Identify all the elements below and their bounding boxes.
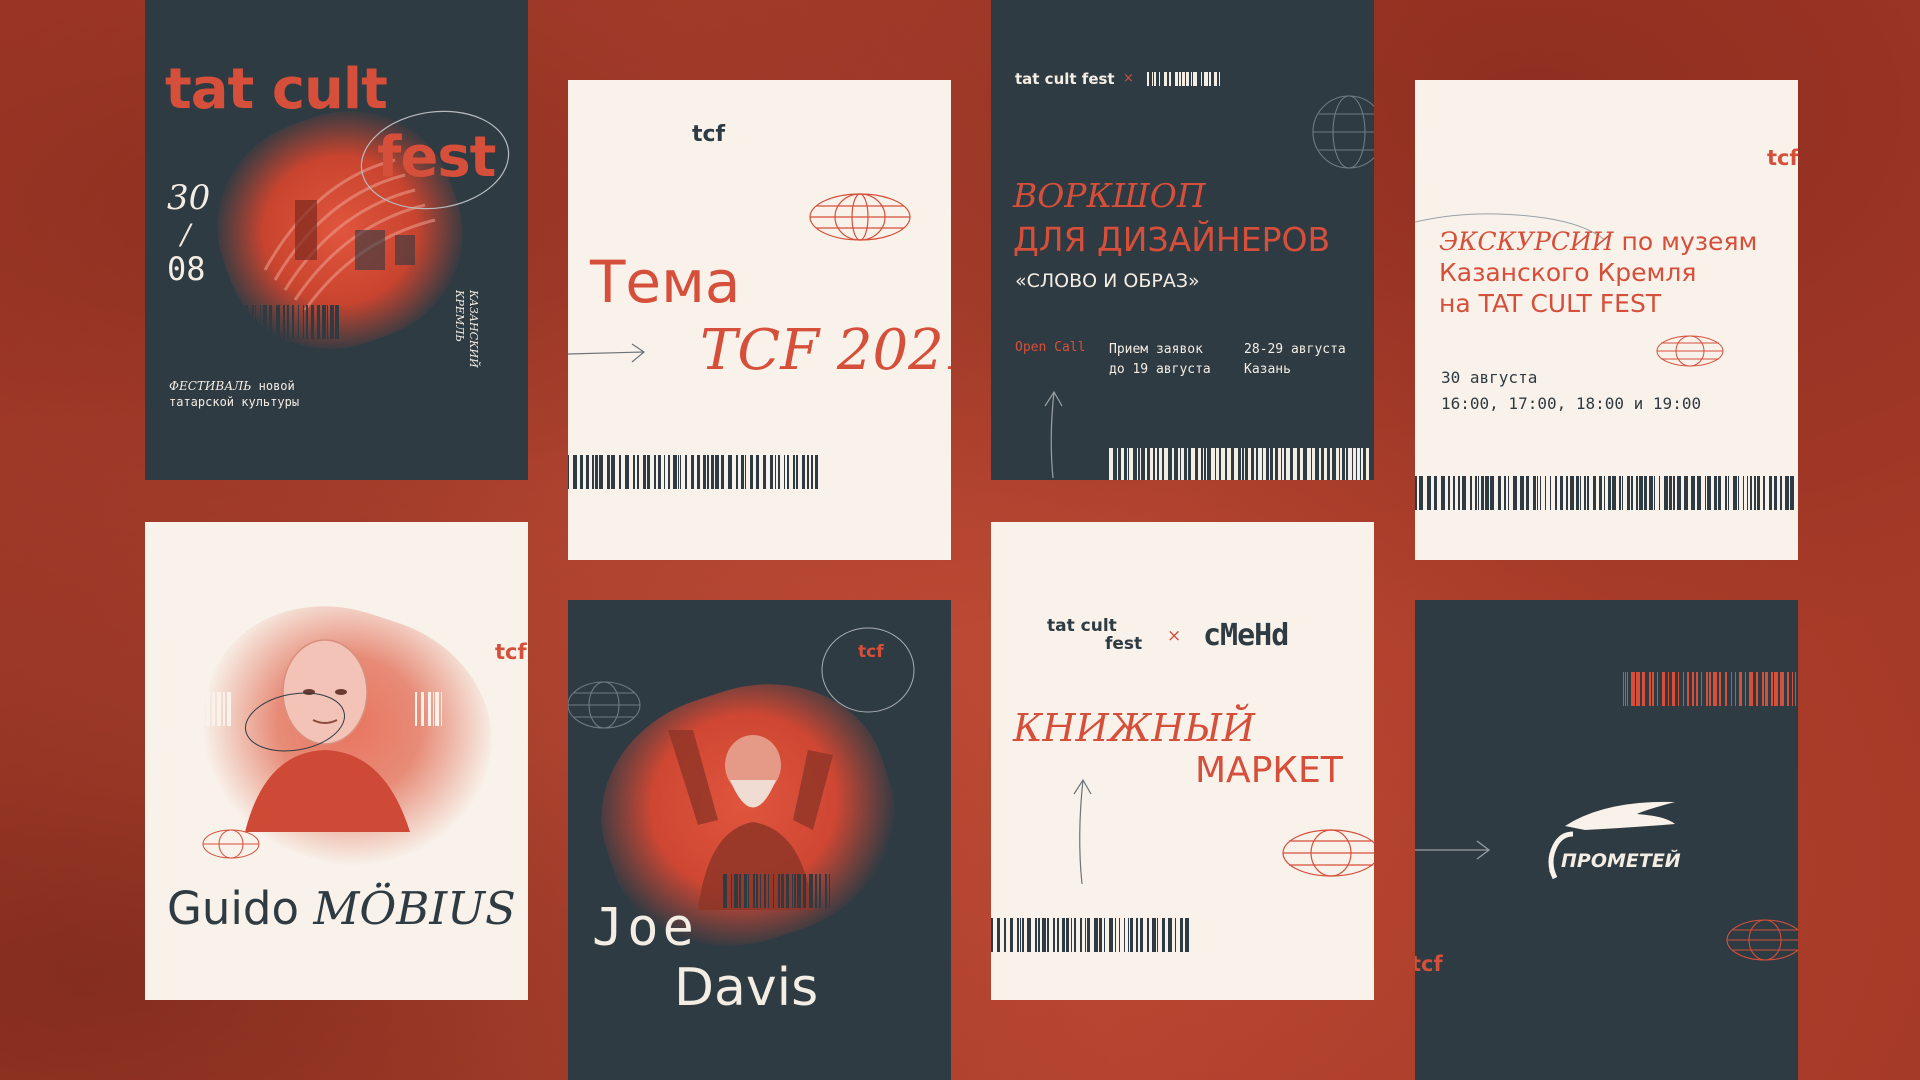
poster-excursions: tcf ЭКСКУРСИИ по музеям Казанского Кремл… [1415, 80, 1798, 560]
cross-mark: × [1167, 626, 1182, 646]
poster-joe-davis: tcf Joe Davis [568, 600, 951, 1080]
barcode [1415, 476, 1794, 510]
festival-line2: татарской культуры [169, 395, 300, 409]
speaker-name: Guido MÖBIUS [167, 882, 516, 935]
tcf-logo: tcf [495, 640, 527, 664]
speaker-first-name: Guido [167, 882, 299, 935]
poster-tat-cult-fest: tat cult fest 30 / 08 КАЗАНСКИЙ КРЕМЛЬ Ф… [145, 0, 528, 480]
poster-subtitle: TCF 2021 [700, 318, 951, 383]
globe-icon [1282, 829, 1374, 877]
excursion-title-rest: по музеям [1613, 227, 1758, 256]
excursion-title-2: Казанского Кремля [1439, 258, 1697, 287]
globe-icon [1726, 919, 1798, 961]
barcode [568, 455, 818, 489]
poster-book-market: tat cult fest × cMeHd КНИЖНЫЙ МАРКЕТ [991, 522, 1374, 1000]
tcf-logo: tcf [1767, 146, 1798, 170]
scribble-circle-icon [360, 110, 510, 210]
workshop-title-1: ВОРКШОП [1013, 176, 1206, 215]
tcf-logo: tcf [692, 122, 726, 147]
excursion-title-3: на TAT CULT FEST [1439, 289, 1662, 318]
speaker-last-name: Davis [674, 958, 819, 1018]
cross-mark: × [1123, 71, 1134, 86]
date-slash: / [181, 218, 191, 251]
event-dates-1: 28-29 августа [1244, 342, 1346, 357]
barcode [991, 918, 1189, 952]
barcode [1109, 448, 1369, 480]
side-label: КАЗАНСКИЙ КРЕМЛЬ [452, 290, 480, 368]
barcode [203, 692, 231, 726]
workshop-title-2: ДЛЯ ДИЗАЙНЕРОВ [1013, 220, 1331, 259]
deadline: Прием заявок до 19 августа [1109, 340, 1211, 380]
arrow-up-icon [1073, 778, 1092, 885]
festival-logo-1: tat cult [1047, 616, 1117, 636]
excursion-times: 16:00, 17:00, 18:00 и 19:00 [1441, 394, 1702, 413]
barcode [723, 874, 830, 908]
poster-workshop: tat cult fest × ВОРКШОП ДЛЯ ДИЗАЙНЕРОВ «… [991, 0, 1374, 480]
tcf-logo: tcf [1415, 952, 1443, 976]
excursion-date: 30 августа [1441, 368, 1538, 387]
side-label-1: КАЗАНСКИЙ [467, 290, 480, 368]
market-title-2: МАРКЕТ [1195, 750, 1343, 791]
scribble-circle-icon [245, 692, 345, 752]
scribble-circle-icon [821, 627, 915, 713]
festival-logo: tat cult fest [1047, 617, 1142, 653]
date-month: 08 [167, 250, 206, 288]
barcode [245, 305, 339, 339]
partner-name: ПРОМЕТЕЙ [1561, 850, 1681, 872]
arrow-up-icon [1044, 390, 1063, 479]
event-dates: 28-29 августа Казань [1244, 340, 1346, 380]
date-day: 30 [167, 178, 211, 218]
festival-caption: ФЕСТИВАЛЬ новой татарской культуры [169, 378, 299, 410]
poster-guido-mobius: tcf Guido MÖBIUS [145, 522, 528, 1000]
excursion-title: ЭКСКУРСИИ по музеям Казанского Кремля на… [1439, 226, 1757, 319]
partner-logo: cMeHd [1203, 618, 1289, 653]
poster-prometheus: ПРОМЕТЕЙ tcf [1415, 600, 1798, 1080]
deadline-2: до 19 августа [1109, 362, 1211, 377]
arrow-right-icon [1415, 840, 1490, 860]
speaker-last-name: MÖBIUS [313, 882, 516, 935]
event-dates-2: Казань [1244, 362, 1291, 377]
open-call: Open Call [1015, 340, 1086, 355]
poster-tema: tcf Тема TCF 2021 [568, 80, 951, 560]
deadline-1: Прием заявок [1109, 342, 1203, 357]
festival-logo-2: fest [1105, 634, 1143, 654]
festival-word: ФЕСТИВАЛЬ [169, 379, 252, 393]
arrow-right-icon [568, 343, 646, 363]
partner-logo-icon [1147, 72, 1220, 86]
tcf-logo: tcf [858, 642, 884, 662]
globe-icon [202, 829, 260, 859]
festival-rest: новой [251, 379, 295, 393]
market-title-1: КНИЖНЫЙ [1013, 706, 1256, 750]
barcode [1623, 672, 1796, 706]
globe-icon [568, 681, 641, 729]
excursion-title-italic: ЭКСКУРСИИ [1439, 227, 1614, 256]
poster-title: Тема [590, 248, 741, 316]
globe-icon [1312, 95, 1374, 169]
side-label-2: КРЕМЛЬ [453, 290, 466, 342]
globe-icon [1656, 335, 1724, 367]
workshop-title-3: «СЛОВО И ОБРАЗ» [1015, 270, 1200, 292]
speaker-first-name: Joe [592, 898, 698, 958]
globe-icon [809, 193, 911, 241]
poster-title-line1: tat cult [165, 57, 388, 122]
barcode [415, 692, 442, 726]
partner-logo-left: tat cult fest [1015, 70, 1115, 88]
